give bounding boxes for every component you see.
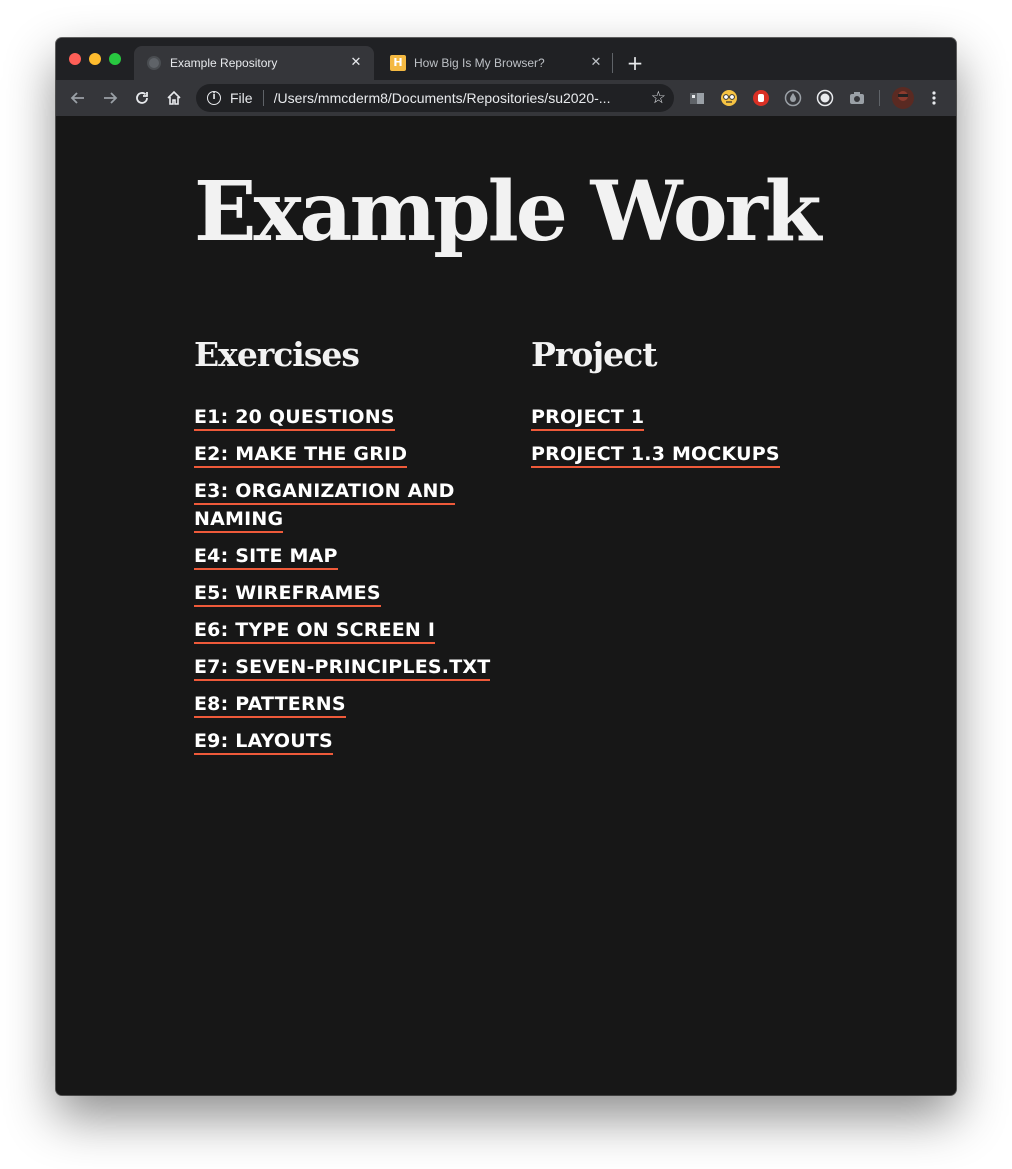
home-icon[interactable] (162, 86, 186, 110)
back-icon[interactable] (66, 86, 90, 110)
address-bar[interactable]: i File /Users/mmcderm8/Documents/Reposit… (196, 84, 674, 112)
new-tab-button[interactable]: + (624, 52, 646, 74)
globe-icon (146, 55, 162, 71)
project-link-1[interactable]: PROJECT 1 (531, 406, 645, 431)
close-window-button[interactable] (69, 53, 81, 65)
page-content: Example Work Exercises E1: 20 QUESTIONS … (56, 116, 956, 1095)
emoji-glasses-extension-icon[interactable] (720, 89, 738, 107)
forward-icon[interactable] (98, 86, 122, 110)
exercise-link-e2[interactable]: E2: MAKE THE GRID (194, 443, 408, 468)
menu-kebab-icon[interactable] (922, 86, 946, 110)
list-item: E2: MAKE THE GRID (194, 441, 494, 469)
page-title: Example Work (194, 164, 822, 260)
browser-toolbar: i File /Users/mmcderm8/Documents/Reposit… (56, 80, 956, 116)
tab-example-repository[interactable]: Example Repository ✕ (134, 46, 374, 80)
tab-divider (612, 53, 613, 73)
minimize-window-button[interactable] (89, 53, 101, 65)
extension-panel-icon[interactable] (688, 89, 706, 107)
exercises-heading: Exercises (194, 335, 360, 374)
tab-strip: Example Repository ✕ H How Big Is My Bro… (56, 38, 956, 80)
address-url[interactable]: /Users/mmcderm8/Documents/Repositories/s… (274, 90, 639, 106)
stop-hand-extension-icon[interactable] (752, 89, 770, 107)
exercise-link-e8[interactable]: E8: PATTERNS (194, 693, 346, 718)
exercise-link-e6[interactable]: E6: TYPE ON SCREEN I (194, 619, 436, 644)
list-item: E8: PATTERNS (194, 691, 494, 719)
circle-extension-icon[interactable] (816, 89, 834, 107)
list-item: E9: LAYOUTS (194, 728, 494, 756)
exercise-link-e7[interactable]: E7: SEVEN-PRINCIPLES.TXT (194, 656, 491, 681)
tab-how-big-is-my-browser[interactable]: H How Big Is My Browser? ✕ (378, 46, 614, 80)
list-item: PROJECT 1.3 MOCKUPS (531, 441, 831, 469)
profile-avatar[interactable] (892, 87, 914, 109)
bookmark-star-icon[interactable]: ☆ (651, 88, 666, 108)
close-tab-icon[interactable]: ✕ (348, 55, 364, 71)
list-item: E6: TYPE ON SCREEN I (194, 617, 494, 645)
project-link-1-3-mockups[interactable]: PROJECT 1.3 MOCKUPS (531, 443, 780, 468)
h-favicon-icon: H (390, 55, 406, 71)
scheme-label: File (230, 90, 253, 106)
address-divider (262, 90, 264, 106)
tab-title: How Big Is My Browser? (414, 56, 545, 70)
exercise-link-e9[interactable]: E9: LAYOUTS (194, 730, 333, 755)
exercise-link-e4[interactable]: E4: SITE MAP (194, 545, 338, 570)
exercise-link-e5[interactable]: E5: WIREFRAMES (194, 582, 381, 607)
list-item: E4: SITE MAP (194, 543, 494, 571)
extensions-divider (879, 90, 880, 106)
drop-extension-icon[interactable] (784, 89, 802, 107)
zoom-window-button[interactable] (109, 53, 121, 65)
project-list: PROJECT 1 PROJECT 1.3 MOCKUPS (531, 404, 831, 469)
reload-icon[interactable] (130, 86, 154, 110)
camera-icon[interactable] (848, 89, 866, 107)
exercise-link-e1[interactable]: E1: 20 QUESTIONS (194, 406, 395, 431)
list-item: E1: 20 QUESTIONS (194, 404, 494, 432)
list-item: E3: ORGANIZATION AND NAMING (194, 478, 494, 534)
project-heading: Project (531, 335, 657, 374)
close-tab-icon[interactable]: ✕ (588, 55, 604, 71)
exercises-list: E1: 20 QUESTIONS E2: MAKE THE GRID E3: O… (194, 404, 494, 756)
info-icon[interactable]: i (207, 91, 221, 105)
exercises-column: Exercises E1: 20 QUESTIONS E2: MAKE THE … (194, 338, 494, 765)
exercise-link-e3[interactable]: E3: ORGANIZATION AND NAMING (194, 480, 455, 533)
tab-title: Example Repository (170, 56, 278, 70)
project-column: Project PROJECT 1 PROJECT 1.3 MOCKUPS (531, 338, 831, 478)
list-item: PROJECT 1 (531, 404, 831, 432)
list-item: E7: SEVEN-PRINCIPLES.TXT (194, 654, 494, 682)
browser-window: Example Repository ✕ H How Big Is My Bro… (56, 38, 956, 1095)
list-item: E5: WIREFRAMES (194, 580, 494, 608)
